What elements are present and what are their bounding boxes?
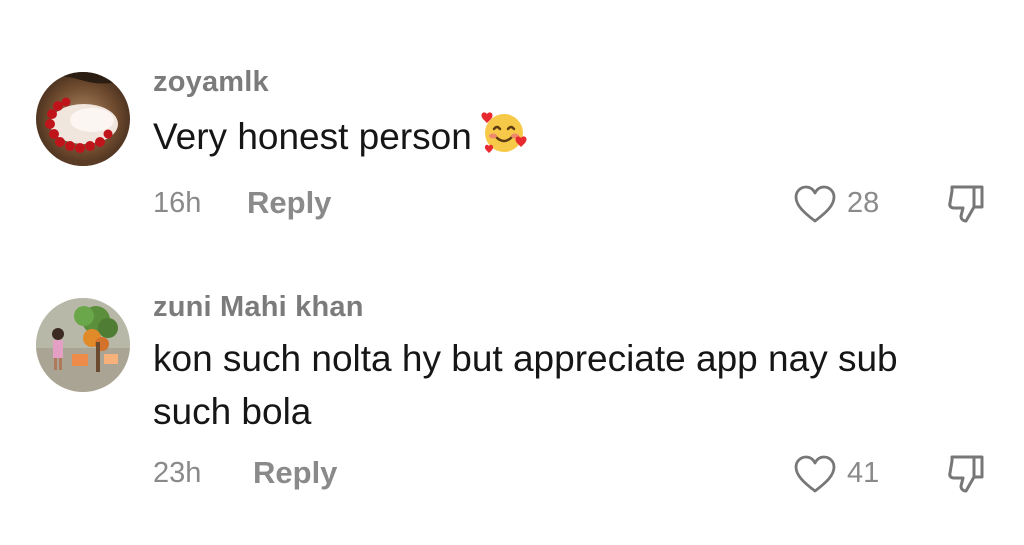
- like-count: 28: [847, 187, 880, 219]
- comment-text: Very honest person: [153, 108, 953, 170]
- avatar[interactable]: [36, 72, 130, 166]
- avatar[interactable]: [36, 298, 130, 392]
- comment-username[interactable]: zuni Mahi khan: [153, 291, 364, 324]
- heart-icon[interactable]: [793, 184, 837, 224]
- smiling-face-with-hearts-icon: [480, 108, 528, 170]
- reply-button[interactable]: Reply: [253, 455, 337, 491]
- comment-username[interactable]: zoyamlk: [153, 66, 269, 99]
- reply-button[interactable]: Reply: [247, 185, 331, 221]
- comment-text: kon such nolta hy but appreciate app nay…: [153, 338, 898, 432]
- like-count: 41: [847, 457, 880, 489]
- thumbs-down-icon[interactable]: [944, 451, 990, 497]
- comment-text-content: Very honest person: [153, 115, 472, 157]
- heart-icon[interactable]: [793, 454, 837, 494]
- comment-time: 23h: [153, 457, 202, 489]
- thumbs-down-icon[interactable]: [944, 181, 990, 227]
- comment-time: 16h: [153, 187, 202, 219]
